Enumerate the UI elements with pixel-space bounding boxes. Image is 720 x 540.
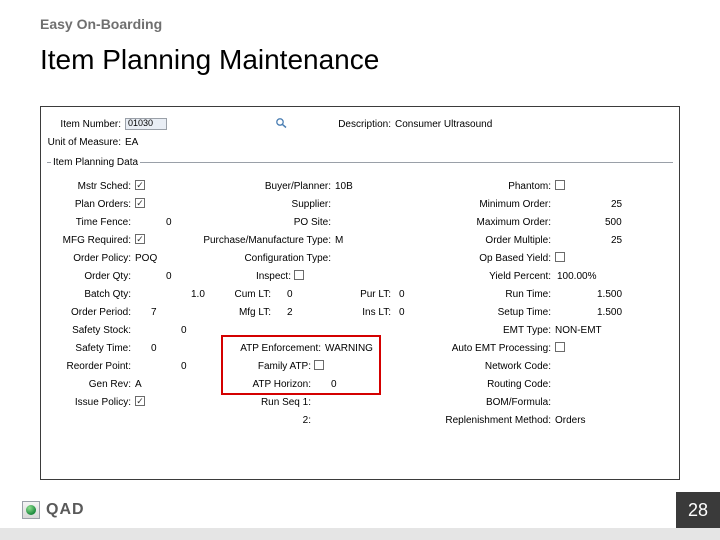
description-label: Description: [331, 119, 391, 130]
search-icon[interactable] [275, 117, 289, 129]
footer-bar [0, 528, 720, 540]
safety-time-value: 0 [151, 343, 157, 354]
time-fence-value: 0 [166, 217, 172, 228]
form-panel: Item Number: 01030 Description: Consumer… [40, 106, 680, 480]
batch-qty-label: Batch Qty: [61, 289, 131, 300]
order-mult-value: 25 [611, 235, 622, 246]
cum-lt-value: 0 [287, 289, 293, 300]
bom-formula-label: BOM/Formula: [471, 397, 551, 408]
order-qty-value: 0 [166, 271, 172, 282]
pur-lt-label: Pur LT: [341, 289, 391, 300]
mstr-sched-label: Mstr Sched: [61, 181, 131, 192]
brand-logo: QAD [22, 501, 85, 519]
time-fence-label: Time Fence: [61, 217, 131, 228]
footer: QAD 28 [0, 492, 720, 528]
replenish-value: Orders [555, 415, 586, 426]
phantom-label: Phantom: [471, 181, 551, 192]
phantom-check[interactable] [555, 180, 565, 190]
mfg-lt-value: 2 [287, 307, 293, 318]
buyer-planner-value: 10B [335, 181, 353, 192]
uom-label: Unit of Measure: [41, 137, 121, 148]
auto-emt-label: Auto EMT Processing: [431, 343, 551, 354]
op-based-yield-label: Op Based Yield: [461, 253, 551, 264]
max-order-label: Maximum Order: [471, 217, 551, 228]
inspect-label: Inspect: [241, 271, 291, 282]
order-policy-label: Order Policy: [61, 253, 131, 264]
mfg-required-label: MFG Required: [51, 235, 131, 246]
order-period-label: Order Period: [61, 307, 131, 318]
ins-lt-value: 0 [399, 307, 405, 318]
mfg-lt-label: Mfg LT: [221, 307, 271, 318]
max-order-value: 500 [605, 217, 622, 228]
run-time-value: 1.500 [597, 289, 622, 300]
issue-policy-check[interactable] [135, 396, 145, 406]
page-number: 28 [676, 492, 720, 528]
setup-time-label: Setup Time: [471, 307, 551, 318]
min-order-label: Minimum Order: [471, 199, 551, 210]
item-number-label: Item Number: [51, 119, 121, 130]
mfg-required-check[interactable] [135, 234, 145, 244]
safety-time-label: Safety Time: [61, 343, 131, 354]
uom-value: EA [125, 137, 138, 148]
ins-lt-label: Ins LT: [341, 307, 391, 318]
pm-type-value: M [335, 235, 343, 246]
mstr-sched-check[interactable] [135, 180, 145, 190]
network-code-label: Network Code: [471, 361, 551, 372]
config-type-label: Configuration Type: [221, 253, 331, 264]
routing-code-label: Routing Code: [471, 379, 551, 390]
setup-time-value: 1.500 [597, 307, 622, 318]
po-site-label: PO Site: [241, 217, 331, 228]
buyer-planner-label: Buyer/Planner: [241, 181, 331, 192]
order-policy-value: POQ [135, 253, 157, 264]
logo-mark-icon [22, 501, 40, 519]
min-order-value: 25 [611, 199, 622, 210]
pur-lt-value: 0 [399, 289, 405, 300]
item-number-input[interactable]: 01030 [125, 118, 167, 130]
group-legend: Item Planning Data [51, 157, 140, 168]
inspect-check[interactable] [294, 270, 304, 280]
reorder-point-label: Reorder Point: [55, 361, 131, 372]
page-title: Item Planning Maintenance [40, 44, 379, 76]
op-based-yield-check[interactable] [555, 252, 565, 262]
pm-type-label: Purchase/Manufacture Type: [191, 235, 331, 246]
supplier-label: Supplier: [241, 199, 331, 210]
auto-emt-check[interactable] [555, 342, 565, 352]
emt-type-value: NON-EMT [555, 325, 602, 336]
reorder-point-value: 0 [181, 361, 187, 372]
eyebrow: Easy On-Boarding [40, 16, 162, 32]
cum-lt-label: Cum LT: [221, 289, 271, 300]
replenish-label: Replenishment Method: [421, 415, 551, 426]
run-seq1-label: Run Seq 1: [241, 397, 311, 408]
brand-text: QAD [46, 501, 85, 519]
description-value: Consumer Ultrasound [395, 119, 492, 130]
yield-pct-value: 100.00% [557, 271, 596, 282]
gen-rev-value: A [135, 379, 142, 390]
safety-stock-value: 0 [181, 325, 187, 336]
order-period-value: 7 [151, 307, 157, 318]
emt-type-label: EMT Type: [471, 325, 551, 336]
plan-orders-check[interactable] [135, 198, 145, 208]
issue-policy-label: Issue Policy: [61, 397, 131, 408]
order-mult-label: Order Multiple: [471, 235, 551, 246]
run-time-label: Run Time: [471, 289, 551, 300]
yield-pct-label: Yield Percent: [471, 271, 551, 282]
run-seq2-label: 2: [295, 415, 311, 426]
plan-orders-label: Plan Orders: [61, 199, 131, 210]
order-qty-label: Order Qty: [61, 271, 131, 282]
safety-stock-label: Safety Stock: [61, 325, 131, 336]
atp-highlight [221, 335, 381, 395]
gen-rev-label: Gen Rev: [61, 379, 131, 390]
batch-qty-value: 1.0 [191, 289, 205, 300]
